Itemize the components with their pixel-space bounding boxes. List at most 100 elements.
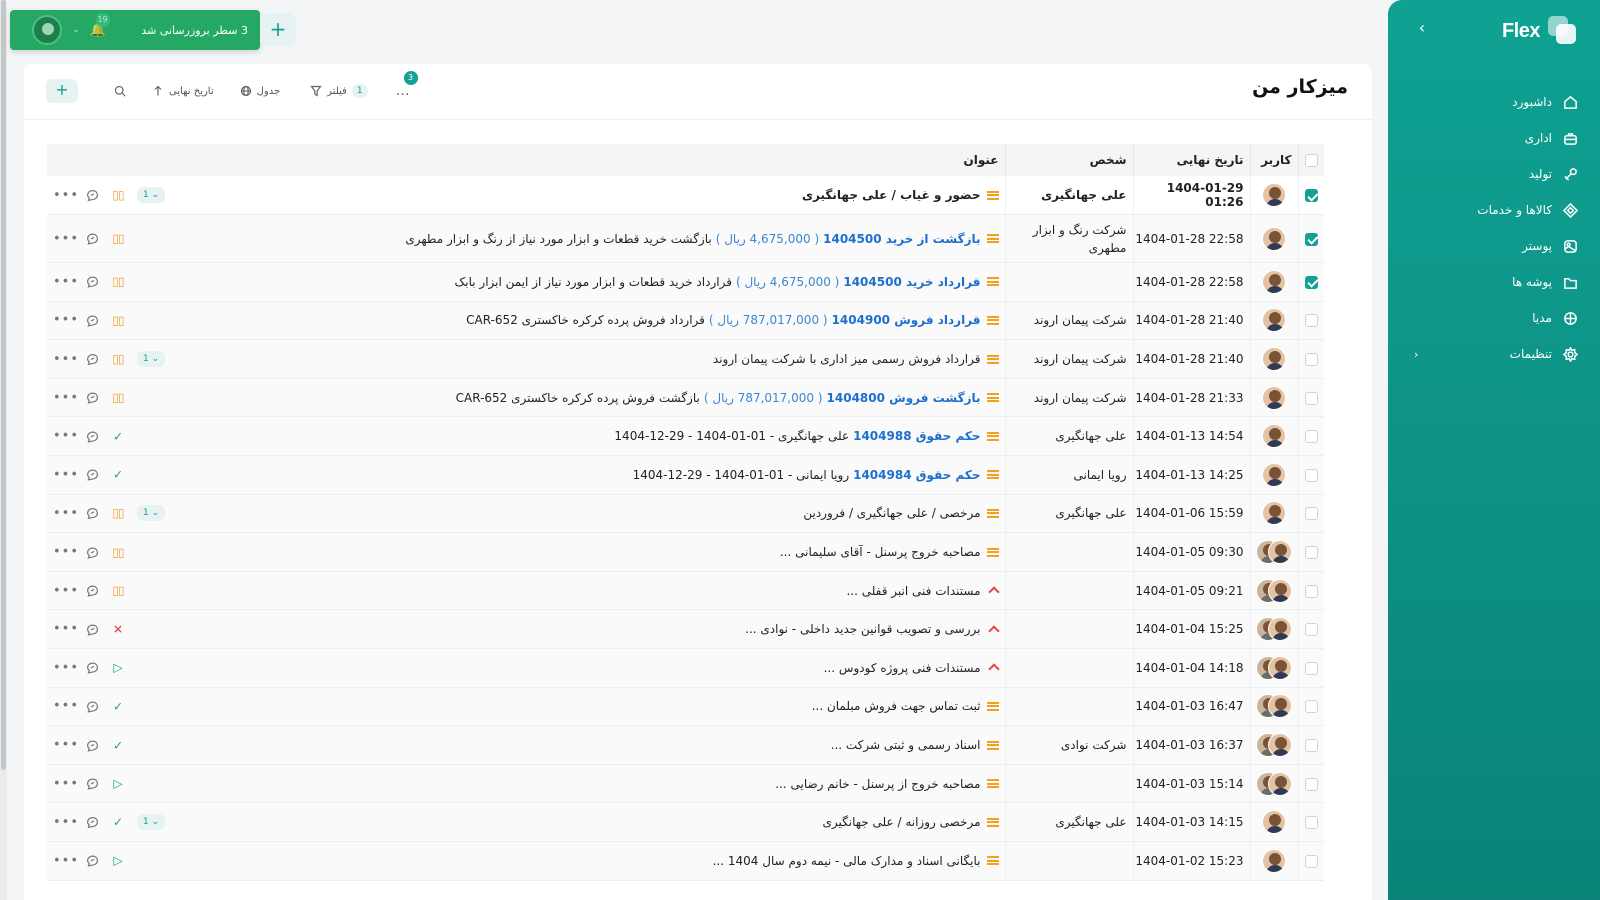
sidebar-item-tool[interactable]: تولید: [1388, 156, 1600, 192]
table-row[interactable]: 1404-01-28 21:40 شرکت پیمان اروند قرارداد …: [47, 301, 1324, 341]
row-select-cell[interactable]: [1297, 416, 1324, 457]
row-checkbox[interactable]: [1305, 275, 1318, 289]
person-name[interactable]: علی جهانگیری: [1006, 813, 1126, 831]
brand[interactable]: Flex: [1502, 16, 1578, 46]
person-name[interactable]: شرکت پیمان اروند: [1006, 389, 1127, 407]
avatar-group[interactable]: [1256, 183, 1292, 208]
avatar-group[interactable]: [1255, 578, 1292, 603]
document-link[interactable]: بازگشت از خرید 1404500: [823, 232, 980, 246]
more-horizontal-icon[interactable]: •••: [53, 231, 79, 246]
pause-icon[interactable]: ▯▯: [105, 545, 131, 559]
row-select-cell[interactable]: [1297, 687, 1324, 727]
sidebar-item-briefcase[interactable]: اداری: [1388, 120, 1600, 156]
comment-icon[interactable]: [79, 391, 105, 405]
table-row[interactable]: 1404-01-06 15:59 علی جهانگیری مرخصی / علی …: [47, 494, 1324, 534]
table-row[interactable]: 1404-01-28 21:40 شرکت پیمان اروند قرارداد …: [47, 339, 1324, 379]
person-name[interactable]: رویا ایمانی: [1006, 466, 1126, 484]
more-horizontal-icon[interactable]: •••: [53, 506, 79, 521]
row-checkbox[interactable]: [1305, 353, 1318, 367]
task-title[interactable]: مستندات فنی انبر قفلی ...: [846, 584, 980, 598]
more-horizontal-icon[interactable]: •••: [53, 467, 79, 482]
row-select-cell[interactable]: [1297, 339, 1324, 379]
more-horizontal-icon[interactable]: •••: [53, 545, 79, 560]
avatar-group[interactable]: [1255, 617, 1292, 642]
more-horizontal-icon[interactable]: •••: [53, 815, 79, 830]
comment-icon[interactable]: [79, 506, 105, 520]
sidebar-item-folder[interactable]: پوشه ها: [1388, 264, 1600, 300]
row-checkbox[interactable]: [1305, 739, 1318, 753]
sidebar-item-media[interactable]: مدیا: [1388, 300, 1600, 336]
avatar-group[interactable]: [1255, 540, 1292, 565]
more-horizontal-icon[interactable]: •••: [53, 776, 79, 791]
user-avatar[interactable]: [32, 15, 62, 45]
table-row[interactable]: 1404-01-28 21:33 شرکت پیمان اروند بازگشت ف…: [47, 378, 1324, 418]
more-horizontal-icon[interactable]: •••: [53, 622, 79, 637]
row-select-cell[interactable]: [1297, 262, 1324, 302]
table-row[interactable]: 1404-01-13 14:54 علی جهانگیری حکم حقوق 140…: [47, 416, 1324, 457]
task-title[interactable]: رویا ایمانی - 01-01-1404 - 29-12-1404: [633, 468, 850, 482]
pause-icon[interactable]: ▯▯: [105, 391, 131, 405]
comment-icon[interactable]: [79, 468, 105, 482]
comment-icon[interactable]: [79, 854, 105, 868]
more-horizontal-icon[interactable]: •••: [53, 738, 79, 753]
task-title[interactable]: بررسی و تصویب قوانین جدید داخلی - نوادی …: [745, 622, 980, 636]
avatar-group[interactable]: [1256, 269, 1292, 294]
task-title[interactable]: مرخصی روزانه / علی جهانگیری: [822, 815, 980, 829]
avatar-group[interactable]: [1256, 810, 1292, 835]
play-icon[interactable]: ▷: [105, 777, 131, 791]
avatar-group[interactable]: [1255, 733, 1292, 758]
task-title[interactable]: مصاحبه خروج پرسنل - آقای سلیمانی ...: [780, 545, 981, 559]
subtask-count-badge[interactable]: 1 ⌄: [137, 351, 166, 368]
more-horizontal-icon[interactable]: •••: [53, 660, 79, 675]
row-checkbox[interactable]: [1305, 232, 1318, 246]
pause-icon[interactable]: ▯▯: [105, 313, 131, 327]
table-row[interactable]: 1404-01-05 09:21 مستندات فنی انبر قفلی ..…: [47, 571, 1324, 611]
filter-button[interactable]: فیلتر 1: [310, 84, 368, 98]
header-date[interactable]: تاریخ نهایی: [1132, 144, 1250, 176]
more-horizontal-icon[interactable]: •••: [53, 583, 79, 598]
avatar-group[interactable]: [1255, 694, 1292, 719]
task-title[interactable]: اسناد رسمی و ثبتی شرکت ...: [831, 738, 981, 752]
table-row[interactable]: 1404-01-03 15:14 مصاحبه خروج از پرسنل - خ…: [47, 764, 1324, 804]
document-link[interactable]: قرارداد خرید 1404500: [843, 275, 980, 289]
pause-icon[interactable]: ▯▯: [105, 506, 131, 520]
row-checkbox[interactable]: [1305, 507, 1318, 521]
row-select-cell[interactable]: [1297, 494, 1324, 534]
row-checkbox[interactable]: [1305, 661, 1318, 675]
select-all-header[interactable]: [1297, 144, 1324, 176]
person-name[interactable]: شرکت رنگ و ابزار مطهری: [1006, 221, 1127, 257]
row-select-cell[interactable]: [1297, 176, 1324, 216]
row-select-cell[interactable]: [1297, 725, 1324, 765]
chevron-left-icon[interactable]: ‹: [1414, 348, 1418, 361]
check-icon[interactable]: ✓: [105, 815, 131, 829]
person-name[interactable]: علی جهانگیری: [1006, 186, 1126, 204]
cancel-icon[interactable]: ✕: [105, 622, 131, 636]
avatar-group[interactable]: [1256, 424, 1292, 449]
person-name[interactable]: شرکت پیمان اروند: [1006, 350, 1127, 368]
sidebar-collapse-chevron-icon[interactable]: ‹: [1412, 18, 1432, 38]
row-checkbox[interactable]: [1305, 777, 1318, 791]
table-row[interactable]: 1404-01-28 22:58 شرکت رنگ و ابزار مطهری با…: [47, 214, 1324, 264]
comment-icon[interactable]: [79, 699, 105, 713]
avatar-group[interactable]: [1256, 385, 1292, 410]
comment-icon[interactable]: [79, 429, 105, 443]
row-checkbox[interactable]: [1305, 430, 1318, 444]
pause-icon[interactable]: ▯▯: [105, 275, 131, 289]
row-select-cell[interactable]: [1297, 609, 1324, 650]
comment-icon[interactable]: [79, 815, 105, 829]
row-checkbox[interactable]: [1305, 623, 1318, 637]
task-title[interactable]: قرارداد فروش پرده کرکره خاکستری CAR-652: [466, 313, 705, 327]
task-title[interactable]: قرارداد خرید قطعات و ابزار مورد نیاز از …: [455, 275, 732, 289]
document-link[interactable]: حکم حقوق 1404988: [853, 429, 980, 443]
row-select-cell[interactable]: [1297, 532, 1324, 572]
pause-icon[interactable]: ▯▯: [105, 188, 131, 202]
task-title[interactable]: ثبت تماس جهت فروش مبلمان ...: [812, 699, 981, 713]
avatar-group[interactable]: [1255, 771, 1292, 796]
row-checkbox[interactable]: [1305, 854, 1318, 868]
comment-icon[interactable]: [79, 275, 105, 289]
top-add-button[interactable]: +: [260, 13, 296, 47]
avatar-group[interactable]: [1256, 226, 1292, 251]
pause-icon[interactable]: ▯▯: [105, 584, 131, 598]
subtask-count-badge[interactable]: 1 ⌄: [137, 187, 166, 204]
view-table-button[interactable]: جدول: [240, 85, 280, 97]
